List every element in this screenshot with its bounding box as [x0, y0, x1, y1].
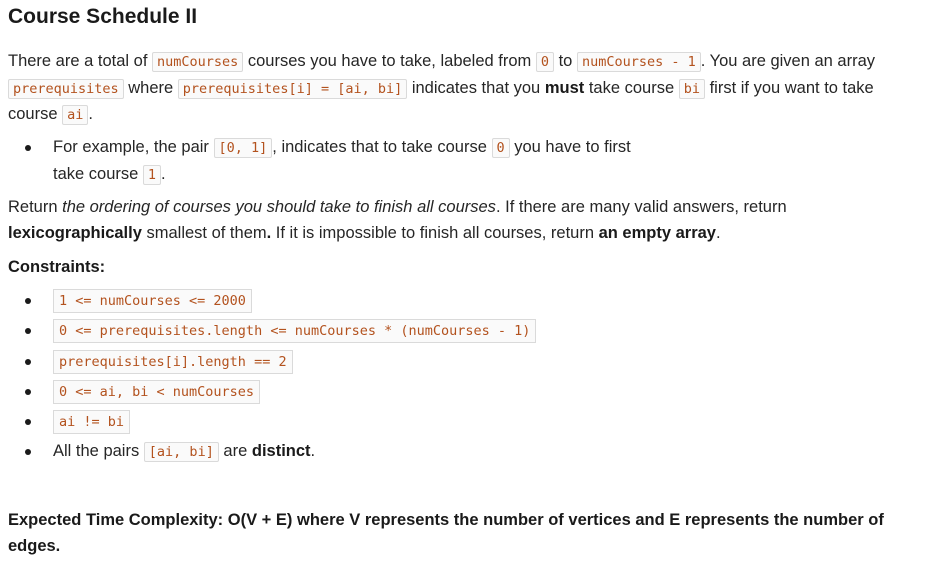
code-zero: 0	[491, 138, 510, 158]
constraint-text: are	[218, 442, 252, 460]
bullet-dot	[25, 328, 31, 334]
desc-text: where	[123, 78, 178, 97]
desc-text: . You are given an array	[700, 52, 876, 70]
constraint-item: 1 <= numCourses <= 2000	[53, 288, 252, 314]
bold-must: must	[544, 78, 585, 97]
return-text: Return	[8, 198, 63, 216]
code-one: 1	[142, 164, 162, 185]
return-text: smallest of them	[141, 223, 267, 242]
constraint-code: prerequisites[i].length == 2	[53, 350, 293, 374]
code-pair: [0, 1]	[213, 138, 273, 158]
code-zero: 0	[535, 52, 554, 72]
code-numcourses: numCourses	[152, 52, 244, 72]
example-text: , indicates that to take course	[272, 138, 492, 156]
constraint-item: 0 <= ai, bi < numCourses	[53, 379, 261, 405]
constraint-code: ai != bi	[53, 410, 131, 434]
desc-text: indicates that you	[407, 78, 545, 97]
constraint-text: All the pairs	[53, 442, 144, 460]
problem-description: There are a total of numCourses courses …	[8, 49, 910, 129]
constraint-item: All the pairs [ai, bi] are distinct.	[53, 439, 315, 466]
constraint-code: 1 <= numCourses <= 2000	[53, 289, 252, 313]
code-ai-bi-pair: [ai, bi]	[143, 442, 219, 462]
constraint-item: 0 <= prerequisites.length <= numCourses …	[53, 318, 537, 344]
desc-text: take course	[584, 78, 679, 97]
bullet-dot	[25, 359, 31, 365]
desc-text: to	[554, 52, 577, 70]
problem-page: Course Schedule II There are a total of …	[0, 0, 928, 587]
bold-empty-array: an empty array	[598, 223, 716, 242]
code-numcourses-minus-1: numCourses - 1	[576, 52, 701, 72]
desc-text: There are a total of	[8, 52, 152, 70]
code-ai: ai	[62, 105, 89, 125]
bold-distinct: distinct	[251, 442, 311, 460]
code-prerequisites-pair: prerequisites[i] = [ai, bi]	[177, 78, 408, 99]
example-item: For example, the pair [0, 1], indicates …	[53, 135, 631, 188]
bullet-dot	[25, 298, 31, 304]
constraint-code: 0 <= ai, bi < numCourses	[53, 380, 261, 404]
return-text: .	[716, 223, 721, 242]
bullet-dot	[25, 449, 31, 455]
bullet-dot	[25, 419, 31, 425]
problem-title: Course Schedule II	[8, 5, 198, 28]
constraints-heading: Constraints:	[8, 258, 106, 276]
return-description: Return the ordering of courses you shoul…	[8, 195, 910, 246]
example-text: take course	[53, 164, 143, 183]
example-text: .	[161, 164, 166, 183]
complexity-note: Expected Time Complexity: O(V + E) where…	[8, 511, 884, 555]
return-text: . If there are many valid answers, retur…	[495, 198, 787, 216]
constraint-item: prerequisites[i].length == 2	[53, 349, 293, 375]
bullet-dot	[25, 389, 31, 395]
bullet-dot	[25, 145, 31, 151]
code-bi: bi	[678, 78, 705, 99]
constraint-text: .	[310, 442, 316, 460]
italic-ordering: the ordering of courses you should take …	[62, 198, 496, 216]
code-prerequisites: prerequisites	[8, 78, 124, 99]
constraint-code: 0 <= prerequisites.length <= numCourses …	[53, 319, 537, 343]
constraint-item: ai != bi	[53, 409, 131, 435]
return-text: If it is impossible to finish all course…	[271, 223, 599, 242]
example-text: you have to first	[509, 138, 631, 156]
desc-text: .	[88, 105, 93, 123]
example-text: For example, the pair	[53, 138, 214, 156]
bold-lexicographically: lexicographically	[8, 223, 142, 242]
desc-text: courses you have to take, labeled from	[243, 52, 536, 70]
